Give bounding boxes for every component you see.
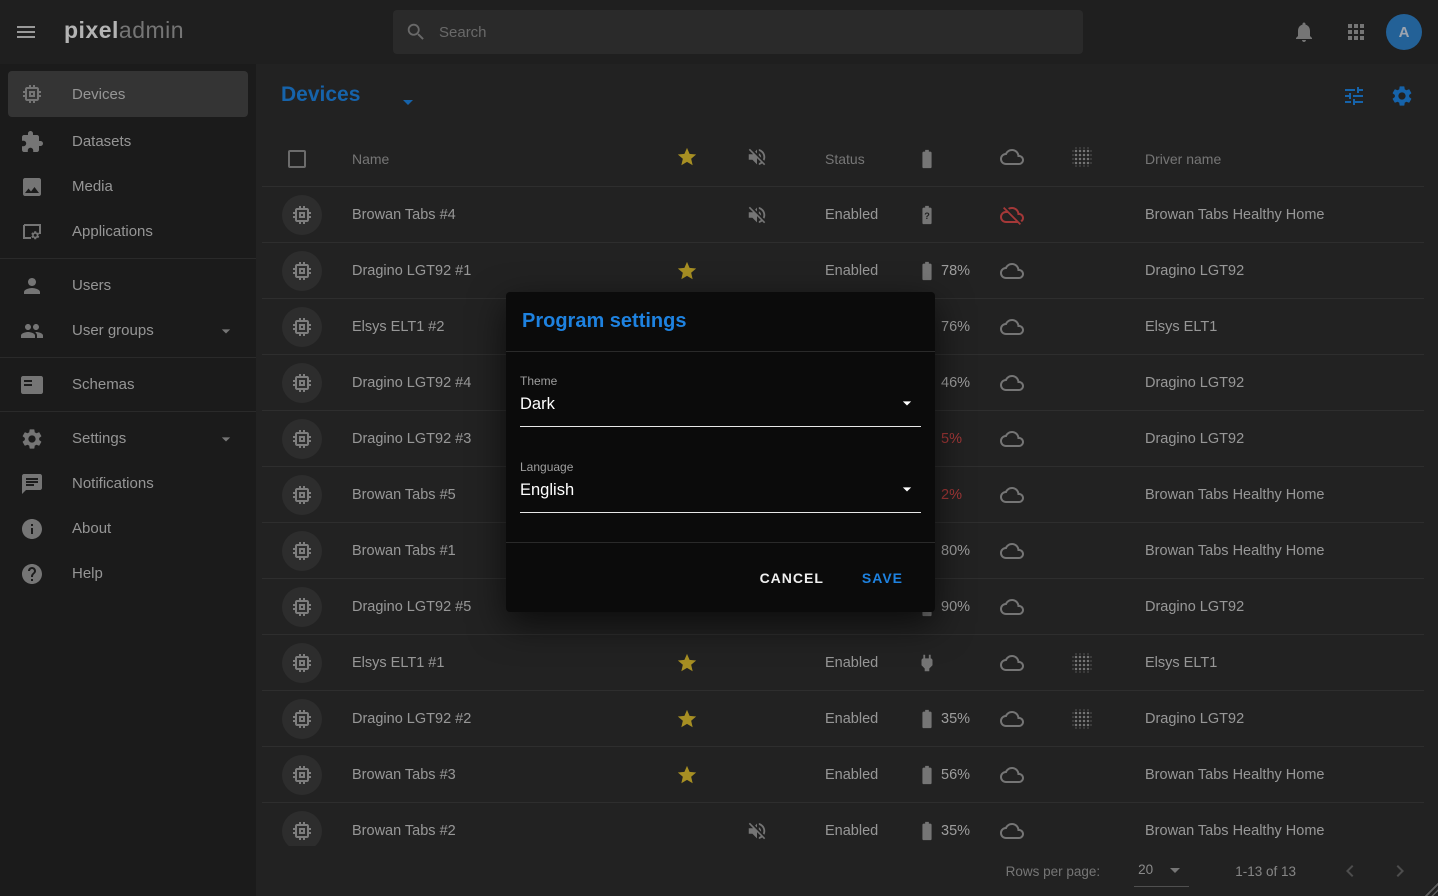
dialog-header: Program settings — [506, 292, 935, 352]
field-label: Theme — [520, 374, 921, 388]
dialog-footer: CANCEL SAVE — [506, 542, 935, 612]
field-label: Language — [520, 460, 921, 474]
dialog-title: Program settings — [522, 310, 686, 333]
theme-select[interactable]: Theme Dark — [520, 374, 921, 427]
select-caret-icon — [897, 479, 917, 499]
language-select[interactable]: Language English — [520, 460, 921, 513]
field-value: English — [520, 481, 921, 513]
save-button[interactable]: SAVE — [858, 564, 907, 592]
cancel-button[interactable]: CANCEL — [756, 564, 828, 592]
program-settings-dialog: Program settings Theme Dark Language Englis… — [506, 292, 935, 612]
field-value: Dark — [520, 395, 921, 427]
select-caret-icon — [897, 393, 917, 413]
